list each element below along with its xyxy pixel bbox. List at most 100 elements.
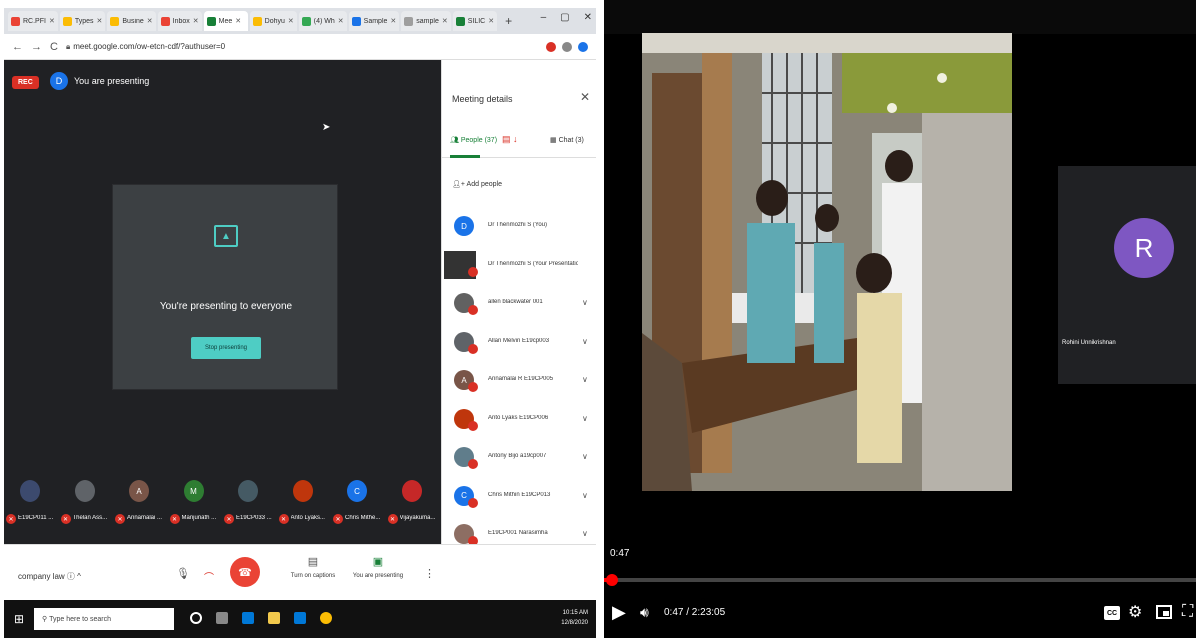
- video-frame[interactable]: [642, 33, 1012, 491]
- settings-gear-icon[interactable]: ⚙: [1128, 602, 1142, 622]
- participant-avatar: [74, 480, 95, 502]
- chevron-down-icon[interactable]: ∨: [582, 452, 588, 461]
- store-icon[interactable]: [294, 612, 306, 624]
- stop-presenting-button[interactable]: Stop presenting: [191, 337, 261, 359]
- tab-close-icon[interactable]: ✕: [147, 17, 153, 25]
- meeting-name[interactable]: company law ⓘ ^: [18, 571, 81, 582]
- fullscreen-icon[interactable]: ⛶: [1182, 603, 1193, 621]
- browser-tab[interactable]: Dohyu ✕: [249, 11, 297, 31]
- browser-tab[interactable]: Busine ✕: [107, 11, 156, 31]
- add-people-button[interactable]: 👤︎+ Add people: [452, 180, 502, 188]
- participant-tile[interactable]: ✕ Vijayakuma...: [387, 474, 440, 534]
- forward-icon[interactable]: →: [31, 41, 42, 53]
- browser-tab[interactable]: Sample ✕: [348, 11, 400, 31]
- arrow-down-icon: ↓: [513, 134, 518, 144]
- close-details-icon[interactable]: ✕: [580, 90, 590, 104]
- presenting-button[interactable]: ▣ You are presenting: [348, 555, 408, 579]
- close-icon[interactable]: ✕: [584, 12, 592, 23]
- camera-off-icon[interactable]: ⌒: [204, 569, 214, 584]
- browser-tab[interactable]: (4) Wh ✕: [298, 11, 347, 31]
- more-options-icon[interactable]: ⋮: [424, 567, 435, 580]
- file-explorer-icon[interactable]: [268, 612, 280, 624]
- participant-tile[interactable]: ✕ Anto Lyaks...: [278, 474, 331, 534]
- chrome-icon[interactable]: [320, 612, 332, 624]
- star-icon[interactable]: [562, 41, 572, 52]
- tab-activities[interactable]: ▤ ↓: [502, 134, 518, 145]
- chevron-down-icon[interactable]: ∨: [582, 414, 588, 423]
- tab-close-icon[interactable]: ✕: [97, 17, 103, 25]
- extension-icon[interactable]: [546, 41, 556, 52]
- tab-close-icon[interactable]: ✕: [338, 17, 344, 25]
- participant-tile[interactable]: ✕ E19CP011 ...: [6, 474, 58, 534]
- participant-tile[interactable]: C ✕ Chris Mithe...: [333, 474, 385, 534]
- presenting-status: You are presenting: [74, 76, 150, 86]
- progress-bar[interactable]: [604, 574, 1196, 586]
- chevron-down-icon[interactable]: ∨: [582, 491, 588, 500]
- participant-tile[interactable]: A ✕ Annamalai ...: [115, 474, 167, 534]
- participant-tile[interactable]: ✕ Thelan Ass...: [60, 474, 113, 534]
- participant-name: Rohini Unnikrishnan: [1062, 340, 1116, 346]
- top-strip: [604, 0, 1196, 34]
- tab-people[interactable]: 👥︎ People (37): [450, 136, 497, 144]
- tab-close-icon[interactable]: ✕: [390, 17, 396, 25]
- list-item[interactable]: allen blackwater 001 ∨: [442, 287, 596, 326]
- url-field[interactable]: 🔒︎ meet.google.com/ow-etcn-cdf/?authuser=…: [66, 42, 538, 52]
- tab-favicon-icon: [206, 16, 216, 26]
- miniplayer-icon[interactable]: [1156, 605, 1172, 619]
- browser-tab[interactable]: SILIC ✕: [452, 11, 498, 31]
- captions-button[interactable]: CC: [1104, 606, 1120, 620]
- list-item[interactable]: D Dr Thenmozhi S (You): [442, 210, 596, 249]
- back-icon[interactable]: ←: [12, 41, 23, 53]
- browser-tab[interactable]: Types ✕: [59, 11, 106, 31]
- person-avatar: D: [454, 216, 474, 236]
- taskbar-search[interactable]: ⚲ Type here to search: [34, 608, 174, 630]
- tab-favicon-icon: [110, 16, 120, 26]
- participant-name: Manjunath ...: [181, 515, 217, 521]
- mic-muted-icon: ✕: [278, 514, 289, 524]
- browser-tab[interactable]: Inbox ✕: [157, 11, 202, 31]
- list-item[interactable]: Dr Thenmozhi S (Your Presentation): [442, 249, 596, 288]
- windows-start-icon[interactable]: ⊞: [14, 612, 26, 626]
- browser-tab[interactable]: RC.PFI ✕: [8, 11, 58, 31]
- chevron-down-icon[interactable]: ∨: [582, 337, 588, 346]
- new-tab-button[interactable]: +: [499, 14, 518, 28]
- participant-tile[interactable]: M ✕ Manjunath ...: [169, 474, 222, 534]
- captions-button[interactable]: ▤ Turn on captions: [288, 555, 338, 579]
- tab-close-icon[interactable]: ✕: [193, 17, 199, 25]
- list-item[interactable]: Allan Melvin E19cp003 ∨: [442, 326, 596, 365]
- tab-chat[interactable]: ▦ Chat (3): [550, 136, 584, 144]
- list-item[interactable]: Antony Bijo a19cp007 ∨: [442, 441, 596, 480]
- tab-close-icon[interactable]: ✕: [442, 17, 448, 25]
- browser-tab[interactable]: sample ✕: [401, 11, 451, 31]
- volume-icon[interactable]: 🔊︎: [640, 604, 649, 621]
- list-item[interactable]: C Chris Mithin E19CP013 ∨: [442, 480, 596, 519]
- leave-call-button[interactable]: ☎︎: [230, 557, 260, 587]
- tab-close-icon[interactable]: ✕: [49, 17, 55, 25]
- chevron-down-icon[interactable]: ∨: [582, 529, 588, 538]
- reload-icon[interactable]: C: [50, 41, 58, 53]
- meeting-details-panel: Meeting details ✕ 👥︎ People (37) ▤ ↓ ▦ C…: [441, 60, 596, 546]
- tab-close-icon[interactable]: ✕: [235, 17, 241, 25]
- list-item[interactable]: Anto Lyaks E19CP006 ∨: [442, 403, 596, 442]
- play-icon[interactable]: ▶: [612, 602, 626, 623]
- profile-icon[interactable]: [578, 41, 588, 52]
- participant-avatar: M: [183, 480, 204, 502]
- microphone-icon[interactable]: 🎙︎: [176, 567, 190, 580]
- minimize-icon[interactable]: –: [541, 12, 547, 23]
- tab-close-icon[interactable]: ✕: [488, 17, 494, 25]
- tab-bar: RC.PFI ✕ Types ✕ Busine ✕ Inbox ✕ Mee ✕ Dohyu ✕ (4) …: [4, 8, 596, 34]
- participant-tile[interactable]: ✕ E19CP033 ...: [224, 474, 276, 534]
- task-view-icon[interactable]: [216, 612, 228, 624]
- chevron-down-icon[interactable]: ∨: [582, 298, 588, 307]
- browser-tab[interactable]: Mee ✕: [203, 11, 248, 31]
- list-item[interactable]: A Annamalai R E19CP005 ∨: [442, 364, 596, 403]
- edge-icon[interactable]: [242, 612, 254, 624]
- tab-close-icon[interactable]: ✕: [288, 17, 294, 25]
- maximize-icon[interactable]: ▢: [560, 12, 569, 23]
- chevron-down-icon[interactable]: ∨: [582, 375, 588, 384]
- person-name: Allan Melvin E19cp003: [488, 337, 550, 344]
- scrubber-handle[interactable]: [605, 574, 618, 586]
- participant-name: E19CP011 ...: [18, 515, 54, 521]
- cortana-icon[interactable]: [190, 612, 202, 624]
- people-list: D Dr Thenmozhi S (You) Dr Thenmozhi S (You…: [442, 210, 596, 557]
